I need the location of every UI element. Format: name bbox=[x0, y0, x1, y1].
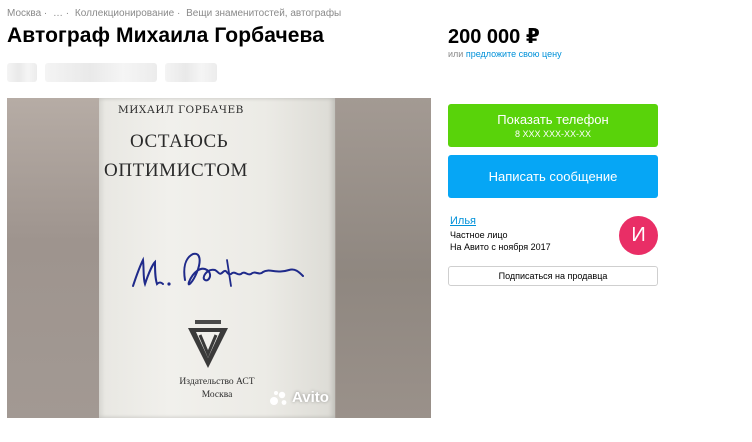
seller-type: Частное лицо bbox=[450, 230, 508, 240]
breadcrumb-item-celebrity-items[interactable]: Вещи знаменитостей, автографы bbox=[186, 8, 341, 19]
avito-dots-icon bbox=[270, 390, 287, 405]
book-title-line1: ОСТАЮСЬ bbox=[130, 131, 229, 152]
blurred-placeholder bbox=[45, 63, 157, 82]
watermark-text: Avito bbox=[292, 389, 329, 406]
price-offer: или предложите свою цену bbox=[448, 49, 562, 59]
book-author: МИХАИЛ ГОРБАЧЕВ bbox=[118, 104, 244, 116]
masked-phone-number: 8 XXX XXX-XX-XX bbox=[514, 129, 592, 139]
photo-background-right bbox=[336, 98, 431, 418]
page-title: Автограф Михаила Горбачева bbox=[7, 24, 325, 47]
blurred-placeholder bbox=[165, 63, 217, 82]
subscribe-seller-button[interactable]: Подписаться на продавца bbox=[448, 266, 658, 286]
show-phone-button[interactable]: Показать телефон 8 XXX XXX-XX-XX bbox=[448, 104, 658, 147]
publisher-name: Издательство АСТ bbox=[179, 377, 255, 387]
offer-prefix: или bbox=[448, 49, 464, 59]
suggest-price-link[interactable]: предложите свою цену bbox=[466, 49, 562, 59]
breadcrumb: Москва · … · Коллекционирование · Вещи з… bbox=[7, 8, 344, 19]
listing-photo[interactable]: МИХАИЛ ГОРБАЧЕВ ОСТАЮСЬ ОПТИМИСТОМ Издат… bbox=[7, 98, 431, 418]
photo-background-left bbox=[7, 98, 99, 418]
breadcrumb-item-city[interactable]: Москва · bbox=[7, 8, 47, 19]
seller-avatar[interactable]: И bbox=[619, 216, 658, 255]
book-page: МИХАИЛ ГОРБАЧЕВ ОСТАЮСЬ ОПТИМИСТОМ Издат… bbox=[99, 98, 335, 418]
seller-since: На Авито с ноября 2017 bbox=[450, 242, 551, 252]
show-phone-label: Показать телефон bbox=[497, 112, 609, 127]
blurred-placeholder bbox=[7, 63, 37, 82]
seller-name-link[interactable]: Илья bbox=[450, 215, 476, 227]
book-title-line2: ОПТИМИСТОМ bbox=[104, 160, 249, 181]
price: 200 000 ₽ bbox=[448, 26, 540, 48]
autograph-signature bbox=[132, 252, 304, 288]
write-message-button[interactable]: Написать сообщение bbox=[448, 155, 658, 198]
breadcrumb-item-collecting[interactable]: Коллекционирование · bbox=[75, 8, 180, 19]
breadcrumb-item-ellipsis[interactable]: … · bbox=[53, 8, 69, 19]
blurred-meta-row bbox=[7, 63, 217, 82]
publisher-logo-icon bbox=[188, 320, 228, 368]
avito-watermark: Avito bbox=[269, 389, 329, 406]
